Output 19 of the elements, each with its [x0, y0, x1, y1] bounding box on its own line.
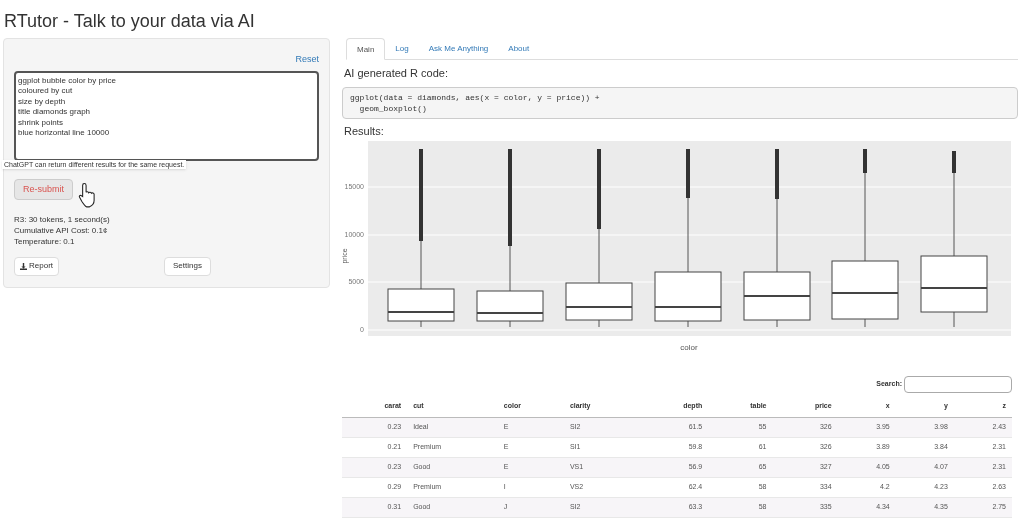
stat-text: Temperature: 0.1	[14, 235, 76, 247]
x-axis-title: color	[680, 343, 698, 352]
stat-text: R3: 30 tokens, 1 second(s)	[14, 213, 111, 225]
tab[interactable]: Main	[346, 38, 386, 60]
code-block: ggplot(data = diamonds, aes(x = color, y = price)) + geom_boxplot()	[342, 86, 1018, 119]
tab[interactable]: Log	[385, 38, 419, 59]
download-icon	[20, 262, 27, 270]
reset-link[interactable]: Reset	[295, 53, 319, 67]
hand-cursor-icon	[78, 182, 98, 208]
code-heading: AI generated R code:	[344, 66, 449, 81]
report-button[interactable]: Report	[14, 256, 59, 276]
app-title: RTutor - Talk to your data via AI	[4, 11, 255, 31]
prompt-textarea[interactable]: ggplot bubble color by price coloured by cut size by depth title diamonds graph shrink points blue horizontal line 10000	[14, 70, 319, 161]
tab[interactable]: Ask Me Anything	[418, 38, 499, 59]
search-field[interactable]	[904, 376, 1012, 393]
settings-button[interactable]: Settings	[164, 256, 211, 276]
results-heading: Results:	[344, 123, 385, 139]
tab[interactable]: About	[498, 38, 540, 59]
stat-text: Cumulative API Cost: 0.1¢	[14, 224, 109, 236]
